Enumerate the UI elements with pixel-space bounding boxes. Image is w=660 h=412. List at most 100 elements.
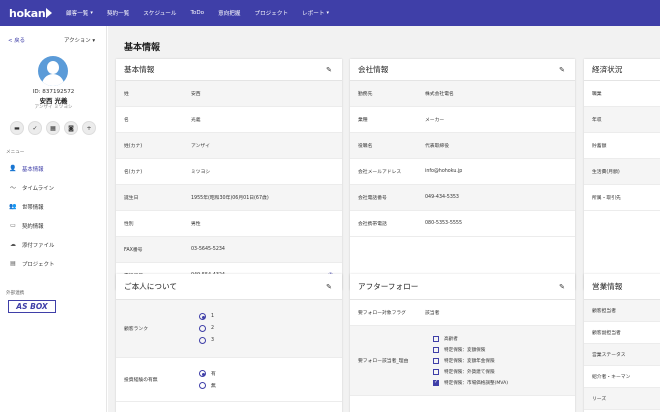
checkbox[interactable] (433, 357, 439, 364)
checkbox-label: 特定保険：外貨建て保険 (444, 369, 495, 375)
economy-title: 経済状況 (592, 65, 623, 74)
follow-reason-label: 要フォロー該当者_理由 (358, 359, 409, 364)
project-icon: ▤ (10, 260, 16, 267)
radio-button[interactable] (199, 313, 206, 320)
sidebar-item-0[interactable]: 👤 基本情報 (0, 159, 107, 178)
row-value: メーカー (425, 118, 445, 123)
edit-pencil-icon[interactable]: ✎ (326, 66, 332, 74)
economy-row: 貯蓄額 (584, 133, 660, 159)
radio-option[interactable]: 3 (199, 335, 214, 347)
nav-item-3[interactable]: ToDo (190, 9, 204, 17)
checkbox-option[interactable]: 高齢者 (433, 333, 508, 344)
nav-item-label: 契約一覧 (106, 11, 130, 17)
checkbox-option[interactable]: 特定保険：変額保険 (433, 344, 508, 355)
check-icon[interactable]: ✓ (28, 121, 42, 135)
follow-flag-label: 要フォロー対象フラグ (358, 311, 406, 316)
row-label: 会社電話番号 (358, 196, 387, 201)
checkbox[interactable] (433, 368, 439, 375)
checkbox[interactable] (433, 335, 439, 342)
row-value: 1955年(昭和30年)06月01日(67歳) (191, 196, 269, 201)
checkbox-label: 特定保険：変額年金保険 (444, 358, 495, 364)
checkbox-label: 特定保険：変額保険 (444, 347, 486, 353)
economy-row: 職業 (584, 81, 660, 107)
chevron-down-icon: ▾ (90, 10, 93, 16)
nav-item-label: レポート (302, 11, 325, 17)
add-icon[interactable]: + (82, 121, 96, 135)
nav-item-0[interactable]: 顧客一覧 ▾ (66, 9, 93, 17)
radio-button[interactable] (199, 337, 206, 344)
invest-row: 投資経験の有無 有無 (116, 358, 342, 402)
radio-button[interactable] (199, 382, 206, 389)
company-row: 役職名 代表取締役 (350, 133, 575, 159)
edit-pencil-icon[interactable]: ✎ (559, 66, 565, 74)
nav-item-1[interactable]: 契約一覧 (107, 9, 129, 17)
checkbox[interactable] (433, 379, 439, 386)
sidebar-item-3[interactable]: ▭ 契約情報 (0, 216, 107, 235)
company-info-rows: 勤務先 株式会社電名 業種 メーカー 役職名 代表取締役 会社メールアドレス info@hoh… (350, 81, 575, 237)
sidebar-item-4[interactable]: ☁ 添付ファイル (0, 235, 107, 254)
hokan-logo[interactable]: hokan (0, 7, 53, 20)
back-link[interactable]: < 戻る (8, 36, 25, 44)
row-label: FAX番号 (124, 248, 143, 253)
company-row: 会社電話番号 049-434-5353 (350, 185, 575, 211)
edit-pencil-icon[interactable]: ✎ (559, 283, 565, 291)
nav-item-2[interactable]: スケジュール (143, 9, 176, 17)
checkbox[interactable] (433, 346, 439, 353)
row-label: リーズ (592, 397, 607, 402)
row-label: 営業ステータス (592, 353, 626, 358)
row-label: 名(カナ) (124, 170, 143, 175)
quick-actions: ▬ ✓ ▦ ◙ + (10, 121, 96, 135)
sales-title: 営業情報 (592, 282, 623, 291)
radio-label: 3 (211, 338, 215, 343)
radio-label: 無 (211, 384, 216, 389)
economy-row: 所属・取引先 (584, 185, 660, 211)
checkbox-option[interactable]: 特定保険：変額年金保険 (433, 355, 508, 366)
radio-button[interactable] (199, 325, 206, 332)
customer-id: ID: 837192572 (32, 89, 75, 95)
nav-item-5[interactable]: プロジェクト (254, 9, 288, 17)
nav-item-4[interactable]: 意向把握 (218, 9, 240, 17)
sales-row: 顧客副担当者 (584, 322, 660, 344)
company-row: 勤務先 株式会社電名 (350, 81, 575, 107)
radio-option[interactable]: 無 (199, 380, 216, 392)
contact-card-icon[interactable]: ◙ (64, 121, 78, 135)
nav-item-label: スケジュール (143, 11, 177, 17)
company-info-card: 会社情報 ✎ 勤務先 株式会社電名 業種 メーカー 役職名 代表取締役 会社メールアドレス i… (350, 59, 575, 290)
edit-pencil-icon[interactable]: ✎ (326, 283, 332, 291)
row-value: 安西 (191, 92, 201, 97)
radio-button[interactable] (199, 370, 206, 377)
after-follow-card: アフターフォロー ✎ 要フォロー対象フラグ 該当者 要フォロー該当者_理由 高齢… (350, 274, 575, 412)
radio-option[interactable]: 有 (199, 368, 216, 380)
sales-card: 営業情報 顧客担当者 顧客副担当者 営業ステータス 紹介者・キーマン リーズ (584, 274, 660, 412)
basic-info-header: 基本情報 ✎ (116, 59, 342, 81)
sidebar-item-label: 世帯情報 (22, 204, 44, 211)
radio-option[interactable]: 2 (199, 323, 214, 335)
nav-item-6[interactable]: レポート ▾ (302, 9, 329, 17)
calendar-icon[interactable]: ▦ (46, 121, 60, 135)
radio-option[interactable]: 1 (199, 311, 214, 323)
checkbox-option[interactable]: 特定保険：市場価格調整(MVA) (433, 377, 508, 388)
sales-rows: 顧客担当者 顧客副担当者 営業ステータス 紹介者・キーマン リーズ (584, 300, 660, 410)
company-row: 会社メールアドレス info@hohoku.jp (350, 159, 575, 185)
row-value: 株式会社電名 (425, 92, 454, 97)
company-row: 会社携帯電話 080-5353-5555 (350, 211, 575, 237)
chevron-down-icon: ▾ (326, 10, 329, 16)
row-value: 080-5353-5555 (425, 221, 463, 226)
sales-row: 紹介者・キーマン (584, 366, 660, 388)
company-row: 業種 メーカー (350, 107, 575, 133)
sidebar-item-label: 基本情報 (22, 166, 44, 173)
asbox-logo[interactable]: AS BOX (8, 300, 56, 313)
sidebar-item-5[interactable]: ▤ プロジェクト (0, 254, 107, 273)
message-icon[interactable]: ▬ (10, 121, 24, 135)
checkbox-option[interactable]: 特定保険：外貨建て保険 (433, 366, 508, 377)
company-info-title: 会社情報 (358, 65, 389, 74)
sidebar-item-1[interactable]: 〜タイムライン (0, 178, 107, 197)
row-label: 姓(カナ) (124, 144, 143, 149)
row-label: 役職名 (358, 144, 373, 149)
nav-items: 顧客一覧 ▾ 契約一覧 スケジュール ToDo 意向把握 プロジェクト レポート ▾ (52, 9, 329, 17)
customer-kana: アンザイ ミツヨシ (34, 105, 73, 110)
sidebar-item-2[interactable]: 👥 世帯情報 (0, 197, 107, 216)
action-menu-button[interactable]: アクション ▾ (64, 36, 95, 44)
row-value: アンザイ (191, 144, 210, 149)
basic-row: 名 光義 (116, 107, 342, 133)
